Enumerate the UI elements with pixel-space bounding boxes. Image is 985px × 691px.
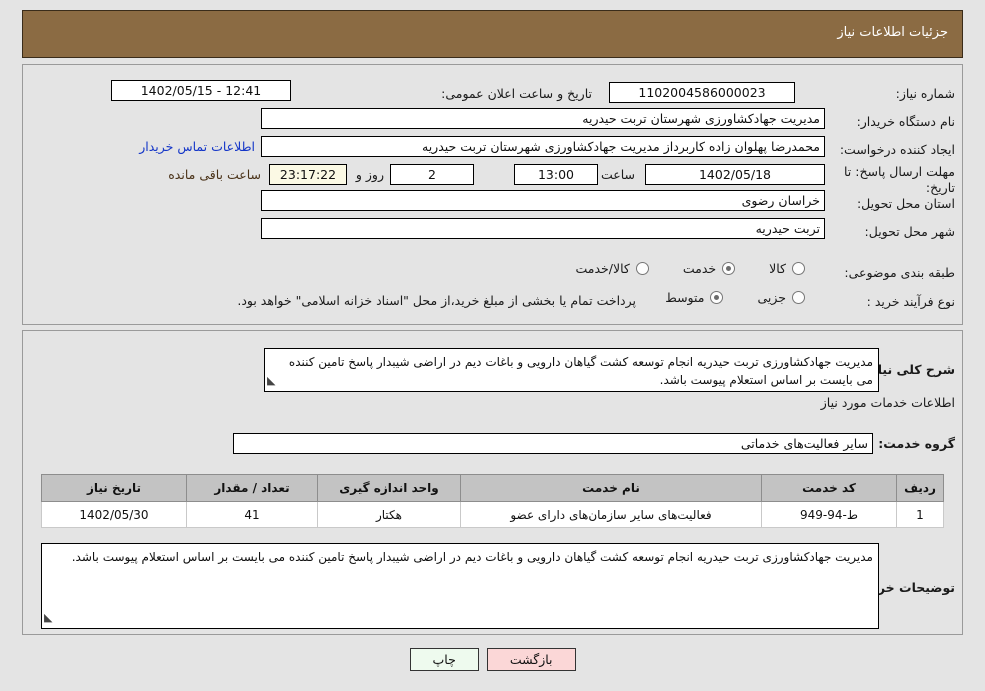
province-value: خراسان رضوی [261, 190, 825, 211]
cell-unit: هکتار [317, 501, 461, 528]
buyer-contact-link[interactable]: اطلاعات تماس خریدار [139, 139, 255, 154]
hour-value: 13:00 [514, 164, 598, 185]
col-row-no: ردیف [896, 474, 944, 502]
radio-category-2[interactable] [635, 262, 649, 275]
print-button[interactable]: چاپ [409, 648, 479, 671]
radio-process-1[interactable] [710, 291, 724, 304]
radio-category-1-label: خدمت [682, 261, 717, 276]
category-label: طبقه بندی موضوعی: [844, 264, 955, 280]
hour-label: ساعت [600, 167, 635, 182]
province-label: استان محل تحویل: [856, 195, 955, 211]
radio-category-1[interactable] [722, 262, 736, 275]
creator-label: ایجاد کننده درخواست: [839, 141, 955, 157]
col-service-code: کد خدمت [761, 474, 897, 502]
row-need-number: شماره نیاز: [896, 82, 955, 104]
service-group-label: گروه خدمت: [878, 436, 955, 451]
remaining-days-label: روز و [355, 167, 384, 182]
row-category: طبقه بندی موضوعی: [844, 261, 955, 283]
buyer-org-label: نام دستگاه خریدار: [856, 113, 955, 129]
cell-need-date: 1402/05/30 [41, 501, 187, 528]
process-label: نوع فرآیند خرید : [866, 293, 955, 309]
radio-category-2-label: کالا/خدمت [575, 261, 630, 276]
page-root: V AriaTender.net جزئیات اطلاعات نیاز شما… [0, 0, 985, 691]
row-creator: ایجاد کننده درخواست: [840, 138, 955, 160]
radio-category-0[interactable] [792, 262, 805, 275]
resize-grip-icon-2[interactable]: ◢ [44, 609, 52, 627]
services-table: ردیف کد خدمت نام خدمت واحد اندازه گیری ت… [41, 474, 944, 528]
service-group-value: سایر فعالیت‌های خدماتی [233, 433, 873, 454]
public-announce-label: تاریخ و ساعت اعلان عمومی: [441, 85, 592, 101]
row-province: استان محل تحویل: [857, 192, 955, 214]
buyer-notes-textarea[interactable]: مدیریت جهادکشاورزی تربت حیدریه انجام توس… [41, 543, 879, 629]
remaining-days-value: 2 [390, 164, 474, 185]
radio-category-0-label: کالا [769, 261, 786, 276]
services-section-title: اطلاعات خدمات مورد نیاز [820, 395, 955, 410]
col-service-name: نام خدمت [460, 474, 762, 502]
page-header-bar: جزئیات اطلاعات نیاز [22, 10, 963, 58]
treasury-note: پرداخت تمام یا بخشی از مبلغ خرید،از محل … [237, 293, 636, 308]
cell-service-code: ط-94-949 [761, 501, 897, 528]
radio-process-0-label: جزیی [757, 290, 786, 305]
row-city: شهر محل تحویل: [865, 220, 955, 242]
creator-value: محمدرضا پهلوان زاده کاربرداز مدیریت جهاد… [261, 136, 825, 157]
general-desc-value: مدیریت جهادکشاورزی تربت حیدریه انجام توس… [288, 355, 873, 387]
general-desc-textarea[interactable]: مدیریت جهادکشاورزی تربت حیدریه انجام توس… [264, 348, 879, 392]
col-quantity: تعداد / مقدار [186, 474, 318, 502]
need-number-label: شماره نیاز: [895, 85, 955, 101]
cell-quantity: 41 [186, 501, 318, 528]
page-title: جزئیات اطلاعات نیاز [837, 25, 948, 40]
back-button[interactable]: بازگشت [486, 648, 576, 671]
col-unit: واحد اندازه گیری [317, 474, 461, 502]
need-number-value: 1102004586000023 [609, 82, 795, 103]
category-radio-group: کالا خدمت کالا/خدمت [573, 261, 805, 276]
table-header-row: ردیف کد خدمت نام خدمت واحد اندازه گیری ت… [41, 474, 944, 502]
buyer-notes-value: مدیریت جهادکشاورزی تربت حیدریه انجام توس… [71, 550, 873, 564]
table-row[interactable]: 1 ط-94-949 فعالیت‌های سایر سازمان‌های دا… [41, 501, 944, 528]
cell-service-name: فعالیت‌های سایر سازمان‌های دارای عضو [460, 501, 762, 528]
public-announce-value: 12:41 - 1402/05/15 [111, 80, 291, 101]
remaining-time-value: 23:17:22 [269, 164, 347, 185]
buyer-org-value: مدیریت جهادکشاورزی شهرستان تربت حیدریه [261, 108, 825, 129]
remaining-time-label: ساعت باقی مانده [168, 167, 261, 182]
city-label: شهر محل تحویل: [864, 223, 955, 239]
cell-row-no: 1 [896, 501, 944, 528]
resize-grip-icon[interactable]: ◢ [267, 372, 275, 390]
deadline-date-value: 1402/05/18 [645, 164, 825, 185]
city-value: تربت حیدریه [261, 218, 825, 239]
radio-process-1-label: متوسط [665, 290, 705, 305]
row-process-type: نوع فرآیند خرید : [867, 290, 955, 312]
row-buyer-org: نام دستگاه خریدار: [857, 110, 955, 132]
col-need-date: تاریخ نیاز [41, 474, 187, 502]
row-public-announce: تاریخ و ساعت اعلان عمومی: [441, 82, 592, 104]
footer-actions: بازگشت چاپ [0, 648, 985, 671]
process-radio-group: جزیی متوسط [663, 290, 805, 305]
radio-process-0[interactable] [792, 291, 805, 304]
